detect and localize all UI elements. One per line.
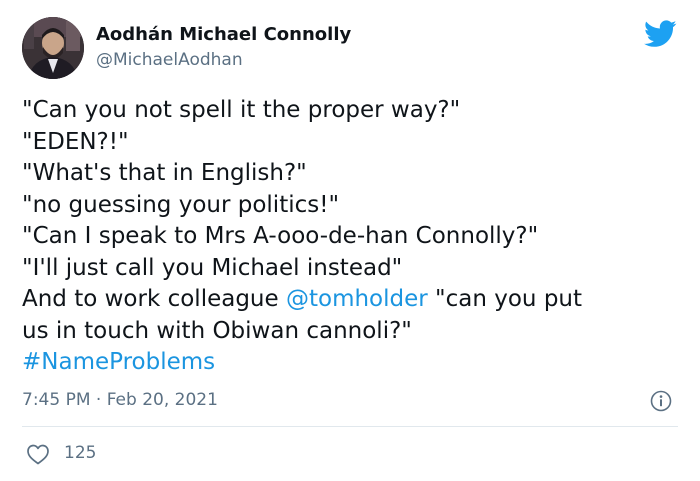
tweet-body: "Can you not spell it the proper way?" "…: [22, 95, 682, 379]
tweet-line: "EDEN?!": [22, 128, 129, 155]
mention-link[interactable]: @tomholder: [286, 286, 428, 312]
tweet-line-text: "can you put: [427, 286, 583, 312]
tweet-line: "no guessing your politics!": [22, 191, 340, 218]
tweet-line: And to work colleague @tomholder "can yo…: [22, 284, 682, 316]
heart-icon[interactable]: [26, 443, 50, 465]
tweet-line: us in touch with Obiwan cannoli?": [22, 317, 412, 344]
info-icon[interactable]: [650, 390, 672, 412]
author-display-name[interactable]: Aodhán Michael Connolly: [96, 24, 351, 45]
tweet-line: "Can I speak to Mrs A-ooo-de-han Connoll…: [22, 223, 539, 249]
author-handle[interactable]: @MichaelAodhan: [96, 50, 243, 70]
tweet-line: "What's that in English?": [22, 160, 307, 186]
like-count: 125: [64, 443, 97, 463]
tweet-line-text: And to work colleague: [22, 286, 286, 312]
avatar[interactable]: [22, 17, 84, 79]
hashtag-link[interactable]: #NameProblems: [22, 347, 682, 379]
twitter-bird-icon[interactable]: [644, 20, 677, 48]
divider: [22, 426, 678, 427]
tweet-timestamp[interactable]: 7:45 PM · Feb 20, 2021: [22, 390, 218, 410]
tweet-line: "I'll just call you Michael instead": [22, 254, 403, 281]
tweet-line: "Can you not spell it the proper way?": [22, 97, 461, 123]
tweet-card: Aodhán Michael Connolly @MichaelAodhan "…: [0, 0, 700, 481]
